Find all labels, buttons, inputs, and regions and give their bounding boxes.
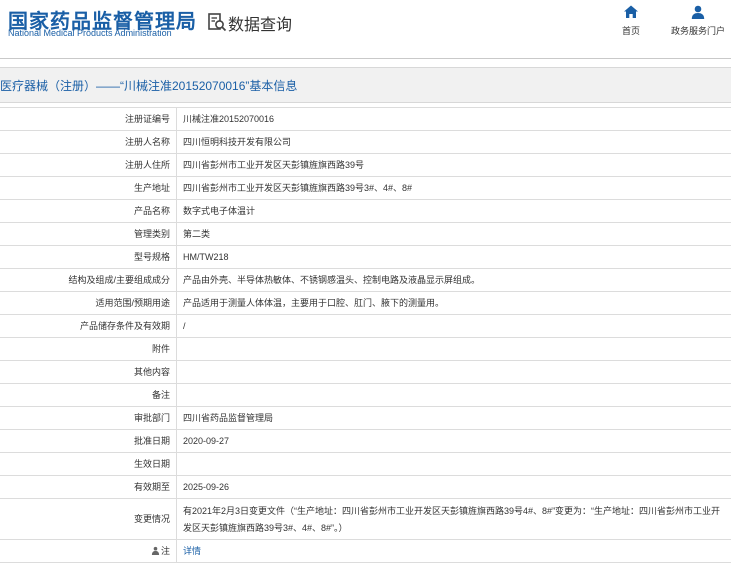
table-row: 注 详情	[0, 539, 731, 563]
table-row: 审批部门 四川省药品监督管理局	[0, 406, 731, 430]
table-row: 变更情况 有2021年2月3日变更文件（“生产地址：四川省彭州市工业开发区天彭镇…	[0, 498, 731, 540]
site-logo-subtitle[interactable]: National Medical Products Administration	[8, 28, 172, 38]
row-label: 结构及组成/主要组成成分	[0, 268, 177, 292]
note-icon	[151, 546, 160, 555]
table-row: 产品名称 数字式电子体温计	[0, 199, 731, 223]
row-value: 数字式电子体温计	[176, 199, 731, 223]
row-label: 产品名称	[0, 199, 177, 223]
row-value: 产品由外壳、半导体热敏体、不锈钢感温头、控制电路及液晶显示屏组成。	[176, 268, 731, 292]
row-label: 批准日期	[0, 429, 177, 453]
row-value: HM/TW218	[176, 245, 731, 269]
row-value: 四川恒明科技开发有限公司	[176, 130, 731, 154]
row-label: 有效期至	[0, 475, 177, 499]
row-label: 其他内容	[0, 360, 177, 384]
row-value: 四川省彭州市工业开发区天彭镇旌旗西路39号	[176, 153, 731, 177]
row-value: 四川省彭州市工业开发区天彭镇旌旗西路39号3#、4#、8#	[176, 176, 731, 200]
row-label: 注册证编号	[0, 107, 177, 131]
table-row: 结构及组成/主要组成成分 产品由外壳、半导体热敏体、不锈钢感温头、控制电路及液晶…	[0, 268, 731, 292]
row-label: 生产地址	[0, 176, 177, 200]
table-row: 注册证编号 川械注准20152070016	[0, 107, 731, 131]
row-value	[176, 452, 731, 476]
row-label: 注册人住所	[0, 153, 177, 177]
table-row: 产品储存条件及有效期 /	[0, 314, 731, 338]
table-row: 管理类别 第二类	[0, 222, 731, 246]
data-query-icon	[208, 13, 227, 32]
nav-service-portal[interactable]: 政务服务门户	[666, 4, 730, 37]
note-label: 注	[160, 546, 170, 556]
site-header: 国家药品监督管理局 National Medical Products Admi…	[0, 0, 731, 60]
table-row: 适用范围/预期用途 产品适用于测量人体体温，主要用于口腔、肛门、腋下的测量用。	[0, 291, 731, 315]
nav-service-portal-label: 政务服务门户	[670, 26, 725, 36]
row-value: 2025-09-26	[176, 475, 731, 499]
table-row: 有效期至 2025-09-26	[0, 475, 731, 499]
row-label: 审批部门	[0, 406, 177, 430]
page-heading: 数据查询	[228, 17, 293, 34]
row-label: 备注	[0, 383, 177, 407]
row-value	[176, 337, 731, 361]
row-value: 四川省药品监督管理局	[176, 406, 731, 430]
row-value: 川械注准20152070016	[176, 107, 731, 131]
nav-home[interactable]: 首页	[614, 4, 648, 37]
details-link[interactable]: 详情	[183, 546, 201, 556]
table-row: 批准日期 2020-09-27	[0, 429, 731, 453]
row-label-note: 注	[0, 539, 177, 563]
table-row: 备注	[0, 383, 731, 407]
user-icon	[691, 5, 705, 19]
row-label: 生效日期	[0, 452, 177, 476]
row-label: 注册人名称	[0, 130, 177, 154]
header-divider	[0, 58, 731, 59]
record-title-bar: 医疗器械（注册）——“川械注准20152070016”基本信息	[0, 67, 731, 103]
row-value: 第二类	[176, 222, 731, 246]
table-row: 生产地址 四川省彭州市工业开发区天彭镇旌旗西路39号3#、4#、8#	[0, 176, 731, 200]
row-label: 型号规格	[0, 245, 177, 269]
table-row: 注册人住所 四川省彭州市工业开发区天彭镇旌旗西路39号	[0, 153, 731, 177]
row-label: 管理类别	[0, 222, 177, 246]
detail-table: 注册证编号 川械注准20152070016 注册人名称 四川恒明科技开发有限公司…	[0, 107, 731, 563]
nav-home-label: 首页	[621, 26, 640, 36]
row-value: 有2021年2月3日变更文件（“生产地址：四川省彭州市工业开发区天彭镇旌旗西路3…	[176, 498, 731, 540]
table-row: 附件	[0, 337, 731, 361]
table-row: 注册人名称 四川恒明科技开发有限公司	[0, 130, 731, 154]
row-label: 产品储存条件及有效期	[0, 314, 177, 338]
row-label: 适用范围/预期用途	[0, 291, 177, 315]
row-value	[176, 383, 731, 407]
table-row: 其他内容	[0, 360, 731, 384]
row-label: 附件	[0, 337, 177, 361]
row-value: 2020-09-27	[176, 429, 731, 453]
table-row: 型号规格 HM/TW218	[0, 245, 731, 269]
row-value: 产品适用于测量人体体温，主要用于口腔、肛门、腋下的测量用。	[176, 291, 731, 315]
table-row: 生效日期	[0, 452, 731, 476]
row-value: /	[176, 314, 731, 338]
row-label: 变更情况	[0, 498, 177, 540]
row-value: 详情	[176, 539, 731, 563]
row-value	[176, 360, 731, 384]
home-icon	[624, 5, 638, 18]
record-title: 医疗器械（注册）——“川械注准20152070016”基本信息	[0, 79, 298, 93]
